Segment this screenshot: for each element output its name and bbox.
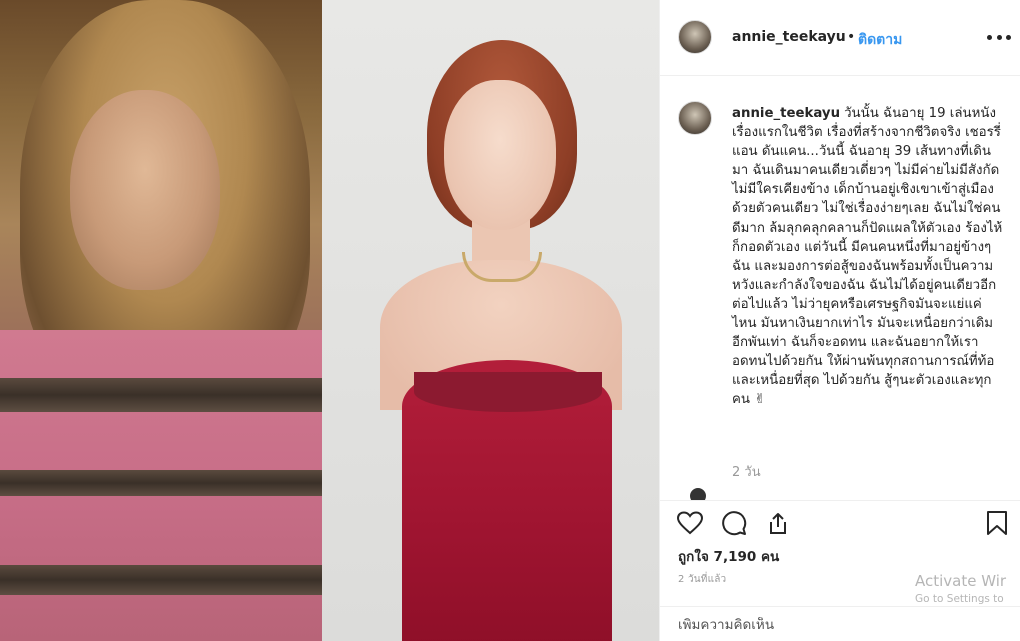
action-bar: [660, 500, 1020, 544]
watermark-line1: Activate Wir: [915, 572, 1007, 590]
follow-button[interactable]: ติดตาม: [858, 29, 902, 51]
caption-username[interactable]: annie_teekayu: [732, 106, 840, 121]
comment-time[interactable]: 2 วัน: [732, 461, 761, 482]
comments-section: annie_teekayu วันนั้น ฉันอายุ 19 เล่นหนัง…: [660, 77, 1020, 500]
avatar[interactable]: [690, 488, 706, 500]
avatar[interactable]: [678, 101, 712, 135]
activate-windows-watermark: Activate Wir Go to Settings to: [915, 572, 1020, 605]
post-header: annie_teekayu • ติดตาม: [660, 0, 1020, 76]
add-comment-bar: [660, 606, 1020, 641]
more-icon[interactable]: [987, 27, 1011, 47]
comment-input[interactable]: [678, 617, 978, 633]
dress-neckline: [414, 372, 602, 412]
separator-dot: •: [847, 29, 856, 45]
comment-icon[interactable]: [720, 509, 748, 537]
header-username[interactable]: annie_teekayu: [732, 29, 846, 45]
caption: annie_teekayu วันนั้น ฉันอายุ 19 เล่นหนัง…: [732, 104, 1004, 410]
face: [70, 90, 220, 290]
share-icon[interactable]: [764, 509, 792, 537]
photo-red-dress-portrait: [322, 0, 659, 641]
caption-text: วันนั้น ฉันอายุ 19 เล่นหนังเรื่องแรกในชี…: [732, 106, 1003, 408]
fence-rail: [0, 378, 322, 412]
likes-count[interactable]: ถูกใจ 7,190 คน: [678, 545, 779, 567]
post-sidebar: annie_teekayu • ติดตาม annie_teekayu วันน…: [659, 0, 1020, 641]
fence-rail: [0, 565, 322, 595]
watermark-line2: Go to Settings to: [915, 593, 1004, 605]
avatar[interactable]: [678, 20, 712, 54]
heart-icon[interactable]: [676, 509, 704, 537]
bookmark-icon[interactable]: [983, 509, 1011, 537]
photo-young-portrait: [0, 0, 322, 641]
post-photo[interactable]: [0, 0, 659, 641]
face: [444, 80, 556, 230]
post-timestamp[interactable]: 2 วันที่แล้ว: [678, 572, 726, 587]
fence-rail: [0, 470, 322, 496]
